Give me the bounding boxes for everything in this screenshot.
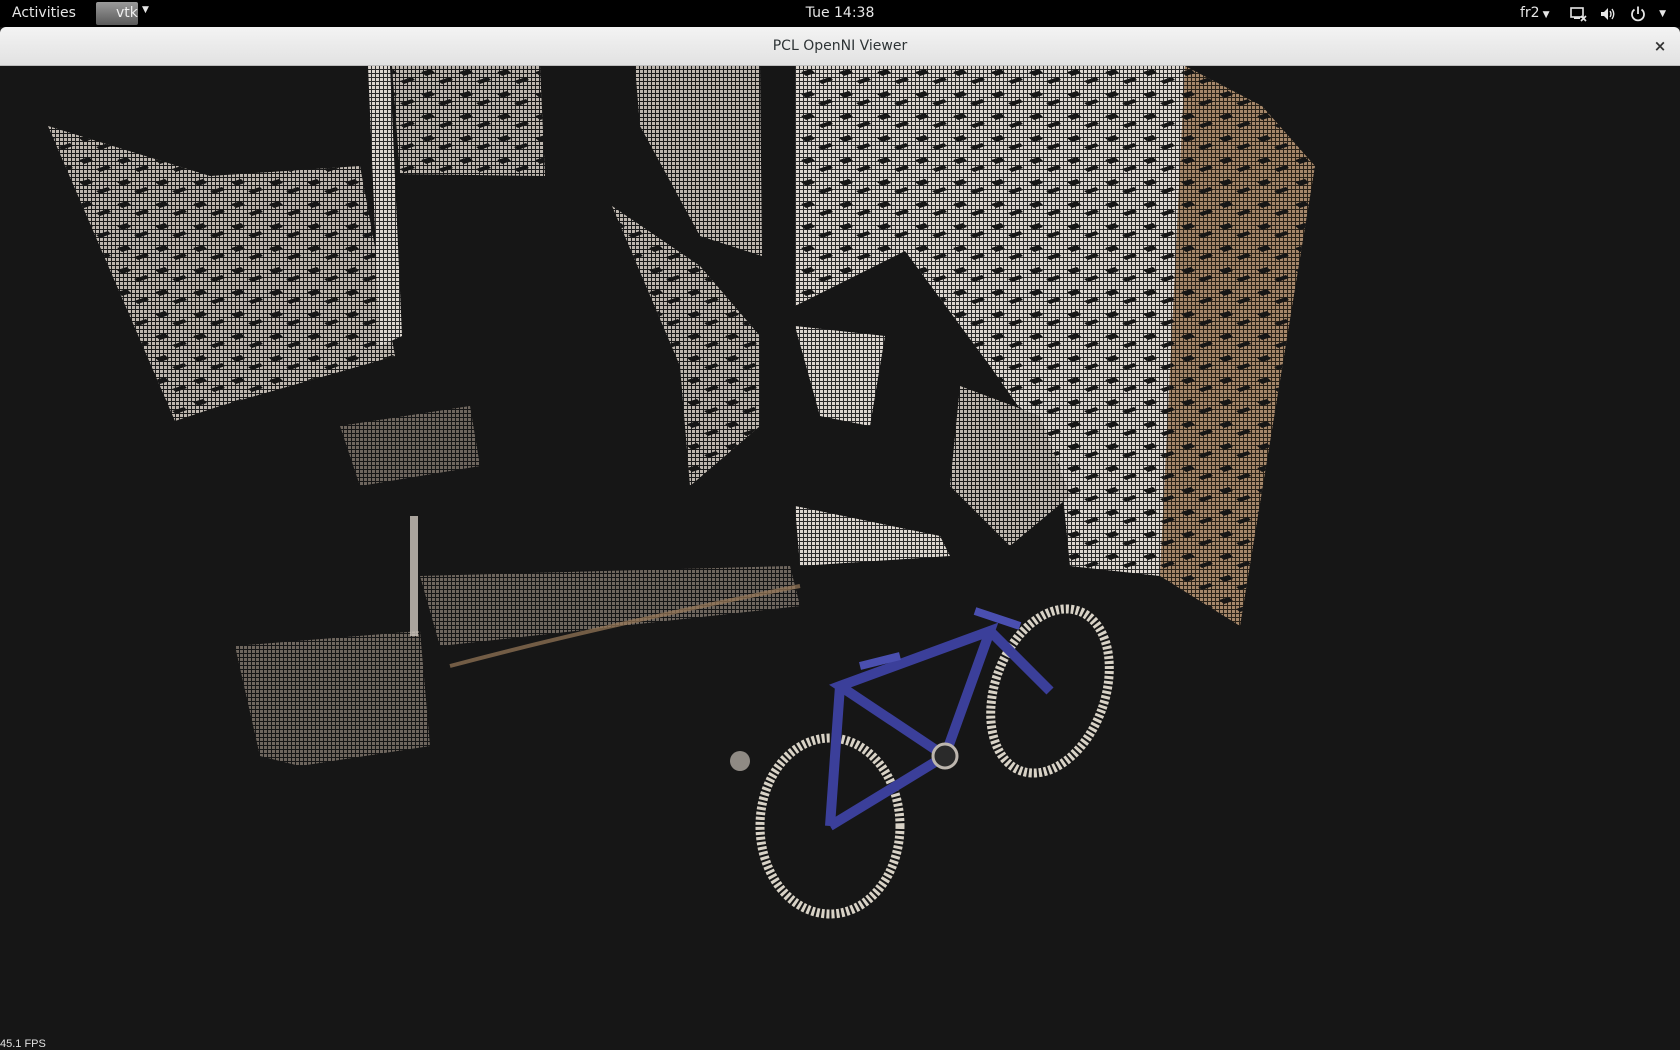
chevron-down-icon[interactable]: ▼: [1659, 9, 1666, 19]
top-bar: Activities vtk ▼ Tue 14:38 fr2 ▼ ▼: [0, 0, 1680, 27]
right-wall: [795, 66, 1315, 626]
chevron-down-icon: ▼: [142, 5, 149, 15]
point-cloud-render: [48, 66, 1315, 919]
app-menu[interactable]: vtk ▼: [96, 0, 156, 27]
close-button[interactable]: ×: [1650, 36, 1670, 56]
point-cloud-viewport[interactable]: 45.1 FPS: [0, 66, 1680, 1050]
volume-icon[interactable]: [1599, 5, 1617, 23]
wall-panel: [48, 126, 395, 421]
clock[interactable]: Tue 14:38: [806, 5, 875, 21]
fps-counter: 45.1 FPS: [0, 1038, 46, 1050]
activities-button[interactable]: Activities: [12, 5, 76, 21]
keyboard-layout-label: fr2: [1520, 5, 1540, 21]
window-title: PCL OpenNI Viewer: [772, 38, 908, 54]
power-icon[interactable]: [1629, 5, 1647, 23]
door: [368, 66, 545, 346]
window-titlebar[interactable]: PCL OpenNI Viewer ×: [0, 27, 1680, 66]
bicycle: [730, 604, 1114, 919]
system-tray[interactable]: ▼: [1569, 4, 1666, 24]
cabinet: [612, 66, 762, 486]
chevron-down-icon: ▼: [1542, 10, 1550, 20]
keyboard-layout-menu[interactable]: fr2 ▼: [1520, 5, 1550, 21]
network-icon[interactable]: [1569, 5, 1587, 23]
app-menu-label: vtk: [116, 5, 138, 21]
